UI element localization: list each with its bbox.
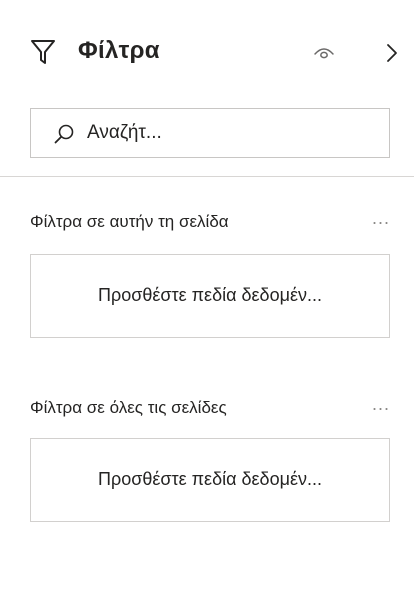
page-filters-drop-text: Προσθέστε πεδία δεδομέν... <box>98 285 322 305</box>
search-icon <box>53 123 75 145</box>
page-filters-header: Φίλτρα σε αυτήν τη σελίδα ... <box>30 208 390 236</box>
all-pages-filters-title: Φίλτρα σε όλες τις σελίδες <box>30 398 227 417</box>
all-pages-filters-drop-text: Προσθέστε πεδία δεδομέν... <box>98 469 322 489</box>
search-input[interactable] <box>87 109 377 157</box>
visibility-toggle-button[interactable] <box>312 42 336 64</box>
page-filters-more-button[interactable]: ... <box>372 208 390 229</box>
filters-title: Φίλτρα <box>78 37 160 64</box>
search-box[interactable] <box>30 108 390 158</box>
collapse-pane-button[interactable] <box>384 40 400 66</box>
chevron-right-icon <box>384 44 400 70</box>
all-pages-filters-more-button[interactable]: ... <box>372 394 390 415</box>
all-pages-filters-drop-well[interactable]: Προσθέστε πεδία δεδομέν... <box>30 438 390 522</box>
page-filters-drop-well[interactable]: Προσθέστε πεδία δεδομέν... <box>30 254 390 338</box>
page-filters-title: Φίλτρα σε αυτήν τη σελίδα <box>30 212 229 231</box>
filters-pane: Φίλτρα Φίλτρ <box>0 0 414 611</box>
divider <box>0 176 414 177</box>
all-pages-filters-header: Φίλτρα σε όλες τις σελίδες ... <box>30 394 390 422</box>
filters-header: Φίλτρα <box>30 34 405 74</box>
filter-icon <box>30 38 56 66</box>
eye-icon <box>312 48 336 68</box>
